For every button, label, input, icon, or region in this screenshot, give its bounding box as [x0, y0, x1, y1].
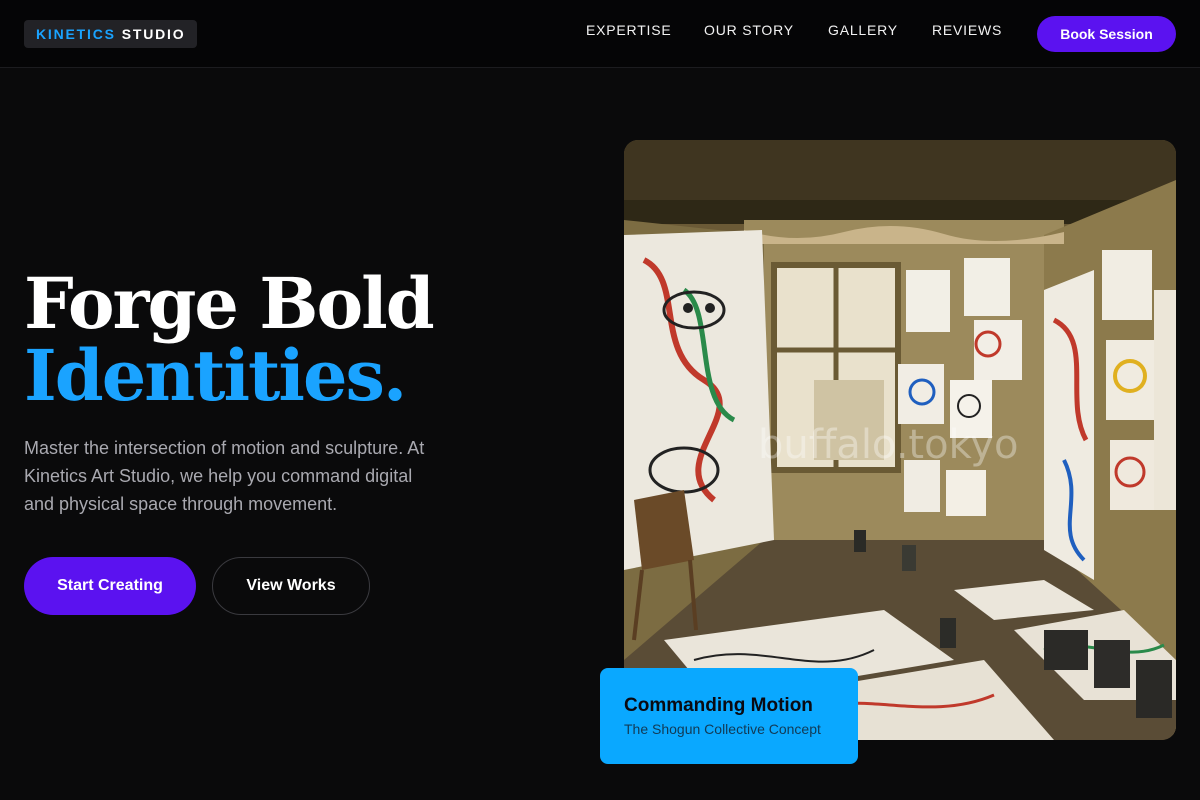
brand-logo[interactable]: KINETICS STUDIO	[24, 20, 198, 48]
brand-name-accent: KINETICS	[36, 26, 116, 42]
feature-card-subtitle: The Shogun Collective Concept	[624, 721, 821, 737]
nav-link-our-story[interactable]: OUR STORY	[704, 22, 794, 38]
hero-description-line: Kinetics Art Studio, we help you command…	[24, 466, 413, 486]
brand-name-rest: STUDIO	[121, 26, 186, 42]
feature-card-title: Commanding Motion	[624, 695, 813, 716]
nav-link-gallery[interactable]: GALLERY	[828, 22, 898, 38]
watermark: buffalo.tokyo	[758, 422, 1018, 468]
hero-description-line: Master the intersection of motion and sc…	[24, 438, 425, 458]
view-works-button[interactable]: View Works	[212, 557, 370, 615]
hero-description: Master the intersection of motion and sc…	[24, 434, 484, 518]
start-creating-button[interactable]: Start Creating	[24, 557, 196, 615]
hero-description-line: and physical space through movement.	[24, 494, 338, 514]
top-nav: KINETICS STUDIO EXPERTISE OUR STORY GALL…	[0, 0, 1200, 68]
studio-photo: buffalo.tokyo	[624, 140, 1176, 740]
feature-card[interactable]: Commanding Motion The Shogun Collective …	[600, 668, 858, 764]
nav-link-reviews[interactable]: REVIEWS	[932, 22, 1002, 38]
hero-headline-line1: Forge Bold	[24, 262, 435, 345]
nav-link-expertise[interactable]: EXPERTISE	[586, 22, 672, 38]
hero-headline-line2: Identities.	[24, 334, 407, 417]
book-session-button[interactable]: Book Session	[1037, 16, 1176, 52]
